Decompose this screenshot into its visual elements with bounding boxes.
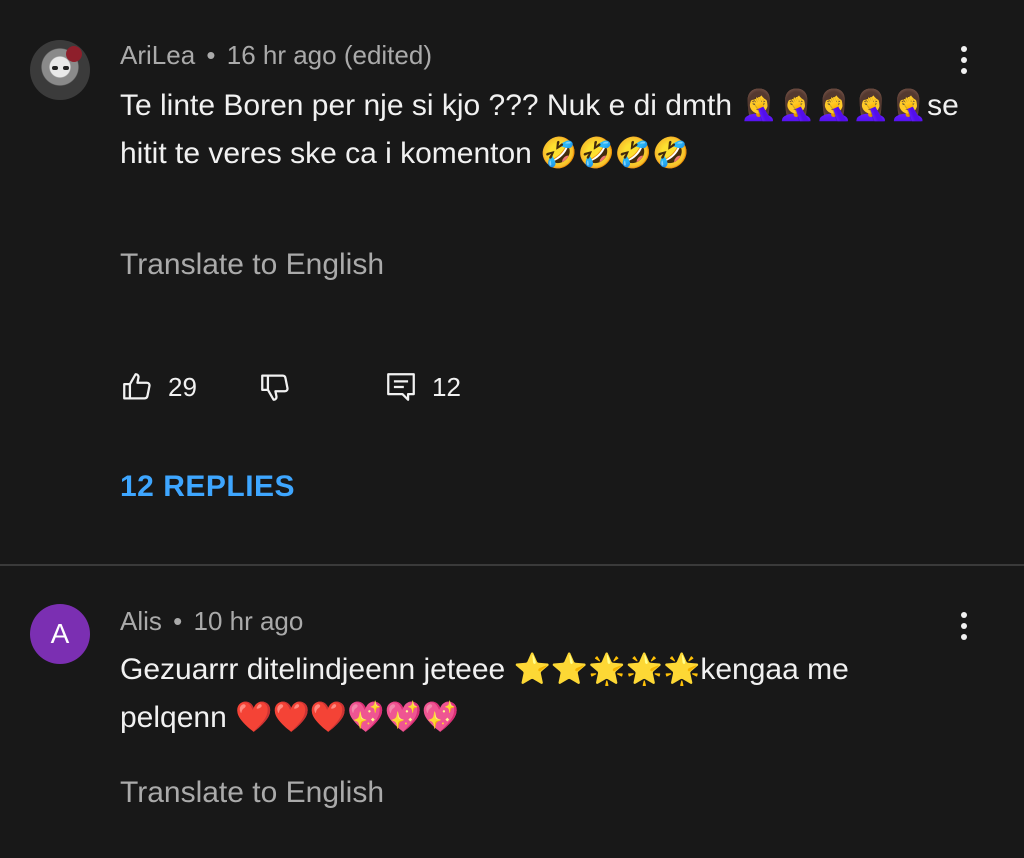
thumbs-down-icon [261, 374, 289, 401]
comment-author[interactable]: Alis [120, 606, 162, 636]
reply-button[interactable]: 12 [384, 366, 461, 408]
meta-separator: • [206, 40, 216, 70]
comment-item: AriLea • 16 hr ago (edited) Te linte Bor… [0, 0, 1024, 564]
thumbs-up-icon [123, 373, 151, 400]
avatar-eye [63, 66, 69, 70]
kebab-dot-icon [961, 623, 967, 629]
kebab-dot-icon [961, 46, 967, 52]
rose-decoration [66, 46, 82, 62]
like-button[interactable]: 29 [120, 366, 197, 408]
more-options-button[interactable] [950, 40, 978, 80]
comment-meta: Alis • 10 hr ago [120, 606, 303, 637]
translate-link[interactable]: Translate to English [120, 248, 384, 282]
avatar[interactable] [30, 40, 90, 100]
avatar-eye [52, 66, 58, 70]
kebab-dot-icon [961, 68, 967, 74]
translate-link[interactable]: Translate to English [120, 776, 384, 810]
reply-count: 12 [432, 371, 461, 402]
avatar[interactable]: A [30, 604, 90, 664]
view-replies-button[interactable]: 12 REPLIES [120, 470, 295, 504]
comment-text: Te linte Boren per nje si kjo ??? Nuk e … [120, 89, 959, 170]
meta-separator: • [173, 606, 183, 636]
comment-actions: 29 12 [120, 366, 520, 408]
kebab-dot-icon [961, 612, 967, 618]
comment-author[interactable]: AriLea [120, 40, 195, 70]
comment-time: 10 hr ago [193, 606, 304, 636]
comment-item: A Alis • 10 hr ago Gezuarrr ditelindjeen… [0, 566, 1024, 858]
like-count: 29 [168, 371, 197, 402]
comment-icon [387, 373, 415, 401]
kebab-dot-icon [961, 634, 967, 640]
kebab-dot-icon [961, 57, 967, 63]
more-options-button[interactable] [950, 606, 978, 646]
comment-time: 16 hr ago (edited) [226, 40, 432, 70]
dislike-button[interactable] [258, 366, 292, 408]
comment-text: Gezuarrr ditelindjeenn jeteee ⭐⭐🌟🌟🌟kenga… [120, 653, 849, 734]
comment-meta: AriLea • 16 hr ago (edited) [120, 40, 432, 71]
